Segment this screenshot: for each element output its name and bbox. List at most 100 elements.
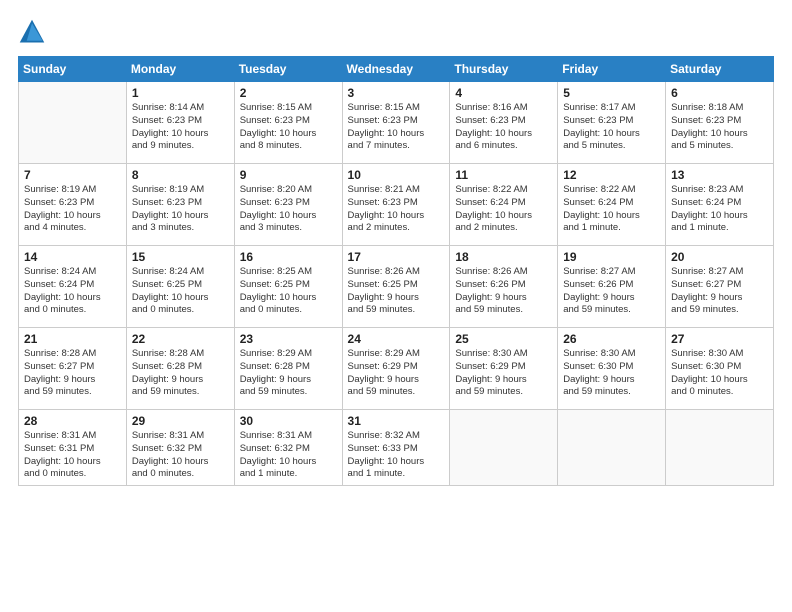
calendar-cell: 2Sunrise: 8:15 AM Sunset: 6:23 PM Daylig… [234, 82, 342, 164]
day-info: Sunrise: 8:26 AM Sunset: 6:26 PM Dayligh… [455, 266, 552, 317]
day-info: Sunrise: 8:29 AM Sunset: 6:29 PM Dayligh… [348, 348, 445, 399]
calendar-cell [558, 410, 666, 486]
page: SundayMondayTuesdayWednesdayThursdayFrid… [0, 0, 792, 612]
day-number: 8 [132, 168, 229, 182]
day-number: 15 [132, 250, 229, 264]
calendar-table: SundayMondayTuesdayWednesdayThursdayFrid… [18, 56, 774, 486]
day-number: 11 [455, 168, 552, 182]
day-info: Sunrise: 8:30 AM Sunset: 6:30 PM Dayligh… [563, 348, 660, 399]
calendar-cell: 20 Sunrise: 8:27 AM Sunset: 6:27 PM Dayli… [666, 246, 774, 328]
weekday-header: Wednesday [342, 57, 450, 82]
day-info: Sunrise: 8:15 AM Sunset: 6:23 PM Dayligh… [348, 102, 445, 153]
calendar-cell: 11 Sunrise: 8:22 AM Sunset: 6:24 PM Dayli… [450, 164, 558, 246]
day-number: 26 [563, 332, 660, 346]
calendar-week-row: 14Sunrise: 8:24 AM Sunset: 6:24 PM Dayli… [19, 246, 774, 328]
day-info: Sunrise: 8:27 AM Sunset: 6:27 PM Dayligh… [671, 266, 768, 317]
day-number: 22 [132, 332, 229, 346]
calendar-cell: 12 Sunrise: 8:22 AM Sunset: 6:24 PM Dayli… [558, 164, 666, 246]
day-info: Sunrise: 8:28 AM Sunset: 6:28 PM Dayligh… [132, 348, 229, 399]
day-number: 6 [671, 86, 768, 100]
day-info: Sunrise: 8:27 AM Sunset: 6:26 PM Dayligh… [563, 266, 660, 317]
day-info: Sunrise: 8:29 AM Sunset: 6:28 PM Dayligh… [240, 348, 337, 399]
day-number: 1 [132, 86, 229, 100]
calendar-cell: 14Sunrise: 8:24 AM Sunset: 6:24 PM Dayli… [19, 246, 127, 328]
day-number: 13 [671, 168, 768, 182]
day-info: Sunrise: 8:24 AM Sunset: 6:25 PM Dayligh… [132, 266, 229, 317]
calendar-cell: 21 Sunrise: 8:28 AM Sunset: 6:27 PM Dayli… [19, 328, 127, 410]
calendar-cell: 8 Sunrise: 8:19 AM Sunset: 6:23 PM Daylig… [126, 164, 234, 246]
day-number: 18 [455, 250, 552, 264]
day-number: 12 [563, 168, 660, 182]
calendar-cell: 5 Sunrise: 8:17 AM Sunset: 6:23 PM Daylig… [558, 82, 666, 164]
day-number: 7 [24, 168, 121, 182]
calendar-cell: 27Sunrise: 8:30 AM Sunset: 6:30 PM Dayli… [666, 328, 774, 410]
calendar-week-row: 7 Sunrise: 8:19 AM Sunset: 6:23 PM Daylig… [19, 164, 774, 246]
day-number: 29 [132, 414, 229, 428]
calendar-cell: 25 Sunrise: 8:30 AM Sunset: 6:29 PM Dayli… [450, 328, 558, 410]
calendar-week-row: 28Sunrise: 8:31 AM Sunset: 6:31 PM Dayli… [19, 410, 774, 486]
day-number: 17 [348, 250, 445, 264]
calendar-cell: 16 Sunrise: 8:25 AM Sunset: 6:25 PM Dayli… [234, 246, 342, 328]
calendar-cell [666, 410, 774, 486]
calendar-cell: 26 Sunrise: 8:30 AM Sunset: 6:30 PM Dayli… [558, 328, 666, 410]
calendar-cell: 9 Sunrise: 8:20 AM Sunset: 6:23 PM Daylig… [234, 164, 342, 246]
day-info: Sunrise: 8:14 AM Sunset: 6:23 PM Dayligh… [132, 102, 229, 153]
day-info: Sunrise: 8:17 AM Sunset: 6:23 PM Dayligh… [563, 102, 660, 153]
day-info: Sunrise: 8:16 AM Sunset: 6:23 PM Dayligh… [455, 102, 552, 153]
day-info: Sunrise: 8:19 AM Sunset: 6:23 PM Dayligh… [132, 184, 229, 235]
day-info: Sunrise: 8:26 AM Sunset: 6:25 PM Dayligh… [348, 266, 445, 317]
calendar-cell [19, 82, 127, 164]
calendar-cell: 31Sunrise: 8:32 AM Sunset: 6:33 PM Dayli… [342, 410, 450, 486]
day-info: Sunrise: 8:31 AM Sunset: 6:32 PM Dayligh… [240, 430, 337, 481]
day-number: 16 [240, 250, 337, 264]
calendar-cell: 24 Sunrise: 8:29 AM Sunset: 6:29 PM Dayli… [342, 328, 450, 410]
calendar-cell: 3Sunrise: 8:15 AM Sunset: 6:23 PM Daylig… [342, 82, 450, 164]
day-number: 4 [455, 86, 552, 100]
calendar-cell [450, 410, 558, 486]
logo [18, 18, 50, 46]
day-info: Sunrise: 8:21 AM Sunset: 6:23 PM Dayligh… [348, 184, 445, 235]
calendar-cell: 30 Sunrise: 8:31 AM Sunset: 6:32 PM Dayli… [234, 410, 342, 486]
calendar-cell: 7Sunrise: 8:19 AM Sunset: 6:23 PM Daylig… [19, 164, 127, 246]
weekday-header: Friday [558, 57, 666, 82]
calendar-cell: 6Sunrise: 8:18 AM Sunset: 6:23 PM Daylig… [666, 82, 774, 164]
day-number: 19 [563, 250, 660, 264]
day-info: Sunrise: 8:31 AM Sunset: 6:31 PM Dayligh… [24, 430, 121, 481]
calendar-cell: 19 Sunrise: 8:27 AM Sunset: 6:26 PM Dayli… [558, 246, 666, 328]
calendar-cell: 17 Sunrise: 8:26 AM Sunset: 6:25 PM Dayli… [342, 246, 450, 328]
day-info: Sunrise: 8:30 AM Sunset: 6:29 PM Dayligh… [455, 348, 552, 399]
day-info: Sunrise: 8:28 AM Sunset: 6:27 PM Dayligh… [24, 348, 121, 399]
day-number: 24 [348, 332, 445, 346]
day-number: 2 [240, 86, 337, 100]
calendar-week-row: 1 Sunrise: 8:14 AM Sunset: 6:23 PM Daylig… [19, 82, 774, 164]
day-number: 31 [348, 414, 445, 428]
day-number: 30 [240, 414, 337, 428]
day-number: 9 [240, 168, 337, 182]
weekday-header: Saturday [666, 57, 774, 82]
calendar-cell: 10 Sunrise: 8:21 AM Sunset: 6:23 PM Dayli… [342, 164, 450, 246]
day-number: 25 [455, 332, 552, 346]
day-info: Sunrise: 8:30 AM Sunset: 6:30 PM Dayligh… [671, 348, 768, 399]
weekday-header: Monday [126, 57, 234, 82]
calendar-cell: 29 Sunrise: 8:31 AM Sunset: 6:32 PM Dayli… [126, 410, 234, 486]
weekday-header: Sunday [19, 57, 127, 82]
calendar-header-row: SundayMondayTuesdayWednesdayThursdayFrid… [19, 57, 774, 82]
day-number: 10 [348, 168, 445, 182]
day-number: 14 [24, 250, 121, 264]
calendar-cell: 28Sunrise: 8:31 AM Sunset: 6:31 PM Dayli… [19, 410, 127, 486]
day-info: Sunrise: 8:22 AM Sunset: 6:24 PM Dayligh… [455, 184, 552, 235]
calendar-cell: 15 Sunrise: 8:24 AM Sunset: 6:25 PM Dayli… [126, 246, 234, 328]
day-info: Sunrise: 8:22 AM Sunset: 6:24 PM Dayligh… [563, 184, 660, 235]
day-info: Sunrise: 8:20 AM Sunset: 6:23 PM Dayligh… [240, 184, 337, 235]
day-number: 23 [240, 332, 337, 346]
day-info: Sunrise: 8:31 AM Sunset: 6:32 PM Dayligh… [132, 430, 229, 481]
day-number: 20 [671, 250, 768, 264]
header [18, 18, 774, 46]
weekday-header: Tuesday [234, 57, 342, 82]
day-number: 5 [563, 86, 660, 100]
calendar-cell: 18 Sunrise: 8:26 AM Sunset: 6:26 PM Dayli… [450, 246, 558, 328]
day-number: 21 [24, 332, 121, 346]
calendar-week-row: 21 Sunrise: 8:28 AM Sunset: 6:27 PM Dayli… [19, 328, 774, 410]
day-info: Sunrise: 8:25 AM Sunset: 6:25 PM Dayligh… [240, 266, 337, 317]
calendar-cell: 1 Sunrise: 8:14 AM Sunset: 6:23 PM Daylig… [126, 82, 234, 164]
